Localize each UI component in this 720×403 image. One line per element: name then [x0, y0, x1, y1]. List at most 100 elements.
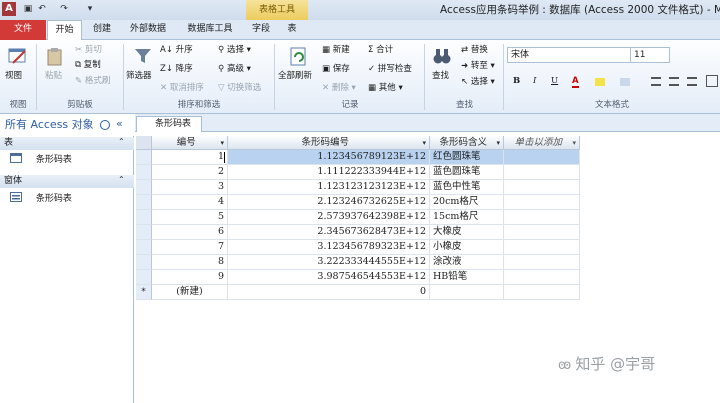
table-cell[interactable] [504, 150, 580, 165]
toggle-filter-button[interactable]: ▽ 切换筛选 [218, 82, 261, 95]
table-cell[interactable]: 3.222333444555E+12 [228, 255, 430, 270]
row-selector[interactable] [136, 180, 152, 195]
fill-color-icon[interactable] [620, 78, 630, 86]
remove-sort-button[interactable]: ✕ 取消排序 [160, 82, 204, 95]
delete-record-button[interactable]: ✕ 删除 ▾ [322, 82, 356, 95]
table-cell[interactable] [504, 165, 580, 180]
collapse-pane-icon[interactable]: « [116, 117, 123, 130]
table-cell[interactable]: 涂改液 [430, 255, 504, 270]
selection-button[interactable]: ⚲ 选择 ▾ [218, 44, 251, 57]
spelling-button[interactable]: ✓ 拼写检查 [368, 63, 412, 76]
table-cell[interactable]: 2 [152, 165, 228, 180]
tab-file[interactable]: 文件 [0, 20, 46, 40]
gridlines-icon[interactable] [706, 75, 718, 87]
tab-create[interactable]: 创建 [86, 20, 118, 40]
row-selector[interactable] [136, 255, 152, 270]
table-cell[interactable]: 5 [152, 210, 228, 225]
dropdown-arrow-icon[interactable]: ▾ [496, 136, 500, 150]
new-record-button[interactable]: ▦ 新建 [322, 44, 350, 57]
document-tab-barcode-table[interactable]: 条形码表 [136, 116, 202, 132]
format-painter-button[interactable]: ✎ 格式刷 [75, 75, 110, 88]
table-cell[interactable] [504, 270, 580, 285]
font-name-select[interactable]: 宋体 [507, 47, 631, 63]
table-cell[interactable] [504, 285, 580, 300]
sort-descending-button[interactable]: Z↓ 降序 [160, 63, 193, 76]
new-record-marker[interactable]: * [136, 285, 152, 300]
table-cell[interactable]: 1.123456789123E+12 [228, 150, 430, 165]
copy-button[interactable]: ⧉ 复制 [75, 59, 101, 72]
table-cell[interactable]: 蓝色圆珠笔 [430, 165, 504, 180]
find-select-button[interactable]: ↖ 选择 ▾ [461, 76, 495, 89]
new-record-barcode[interactable]: 0 [228, 285, 430, 300]
table-cell[interactable]: 2.573937642398E+12 [228, 210, 430, 225]
table-cell[interactable] [504, 210, 580, 225]
tab-table[interactable]: 表 [280, 20, 304, 40]
redo-icon[interactable]: ↷ [58, 3, 70, 16]
table-cell[interactable]: 2.345673628473E+12 [228, 225, 430, 240]
font-size-select[interactable]: 11 [630, 47, 670, 63]
align-left-icon[interactable] [651, 77, 661, 86]
row-selector[interactable] [136, 210, 152, 225]
nav-menu-icon[interactable] [100, 120, 110, 130]
column-header-add-field[interactable]: 单击以添加 ▾ [504, 136, 580, 150]
underline-button[interactable]: U [551, 75, 558, 88]
table-cell[interactable] [504, 240, 580, 255]
font-color-button[interactable]: A [572, 75, 579, 88]
table-cell[interactable] [430, 285, 504, 300]
nav-group-tables[interactable]: 表 [0, 137, 134, 150]
column-header-meaning[interactable]: 条形码含义 ▾ [430, 136, 504, 150]
dropdown-arrow-icon[interactable]: ▾ [422, 136, 426, 150]
row-selector[interactable] [136, 150, 152, 165]
save-record-button[interactable]: ▣ 保存 [322, 63, 350, 76]
totals-button[interactable]: Σ 合计 [368, 44, 393, 57]
paste-button[interactable]: 粘贴 [45, 70, 62, 83]
cut-button[interactable]: ✂ 剪切 [75, 44, 102, 57]
table-cell[interactable]: 8 [152, 255, 228, 270]
column-header-barcode[interactable]: 条形码编号 ▾ [228, 136, 430, 150]
select-all-corner[interactable] [136, 136, 152, 150]
row-selector[interactable] [136, 240, 152, 255]
refresh-all-button[interactable]: 全部刷新 [278, 70, 312, 83]
table-cell[interactable]: 20cm格尺 [430, 195, 504, 210]
table-cell[interactable] [504, 195, 580, 210]
row-selector[interactable] [136, 195, 152, 210]
table-cell[interactable] [504, 255, 580, 270]
table-cell[interactable]: 15cm格尺 [430, 210, 504, 225]
replace-button[interactable]: ⇄ 替换 [461, 44, 488, 57]
table-cell[interactable]: 6 [152, 225, 228, 240]
row-selector[interactable] [136, 270, 152, 285]
customize-qat-icon[interactable]: ▾ [84, 3, 96, 16]
group-collapse-icon[interactable]: ⌃ [118, 137, 125, 146]
table-cell[interactable]: HB铅笔 [430, 270, 504, 285]
save-icon[interactable]: ▣ [22, 3, 34, 16]
tab-database-tools[interactable]: 数据库工具 [178, 20, 242, 40]
table-cell[interactable]: 蓝色中性笔 [430, 180, 504, 195]
dropdown-arrow-icon[interactable]: ▾ [220, 136, 224, 150]
table-cell[interactable]: 大橡皮 [430, 225, 504, 240]
nav-item-barcode-table[interactable]: 条形码表 [10, 152, 130, 168]
table-cell[interactable] [504, 180, 580, 195]
table-cell[interactable]: 小橡皮 [430, 240, 504, 255]
dropdown-arrow-icon[interactable]: ▾ [572, 136, 576, 150]
nav-pane-header[interactable]: 所有 Access 对象 [0, 114, 134, 136]
bold-button[interactable]: B [513, 75, 520, 88]
view-icon[interactable] [7, 45, 29, 67]
view-button[interactable]: 视图 [5, 70, 22, 83]
table-cell[interactable]: 1.111222333944E+12 [228, 165, 430, 180]
align-center-icon[interactable] [669, 77, 679, 86]
group-collapse-icon[interactable]: ⌃ [118, 175, 125, 184]
tab-external-data[interactable]: 外部数据 [122, 20, 174, 40]
tab-home[interactable]: 开始 [47, 20, 82, 41]
table-cell[interactable]: 红色圆珠笔 [430, 150, 504, 165]
filter-button[interactable]: 筛选器 [126, 70, 152, 83]
italic-button[interactable]: I [533, 75, 536, 88]
column-header-id[interactable]: 编号 ▾ [152, 136, 228, 150]
align-right-icon[interactable] [687, 77, 697, 86]
table-cell[interactable]: 4 [152, 195, 228, 210]
table-cell[interactable]: 1.123123123123E+12 [228, 180, 430, 195]
access-app-icon[interactable]: A [2, 2, 16, 16]
more-button[interactable]: ▦ 其他 ▾ [368, 82, 403, 95]
nav-group-forms[interactable]: 窗体 [0, 175, 134, 188]
table-cell[interactable]: 3.123456789323E+12 [228, 240, 430, 255]
find-button[interactable]: 查找 [432, 70, 449, 83]
